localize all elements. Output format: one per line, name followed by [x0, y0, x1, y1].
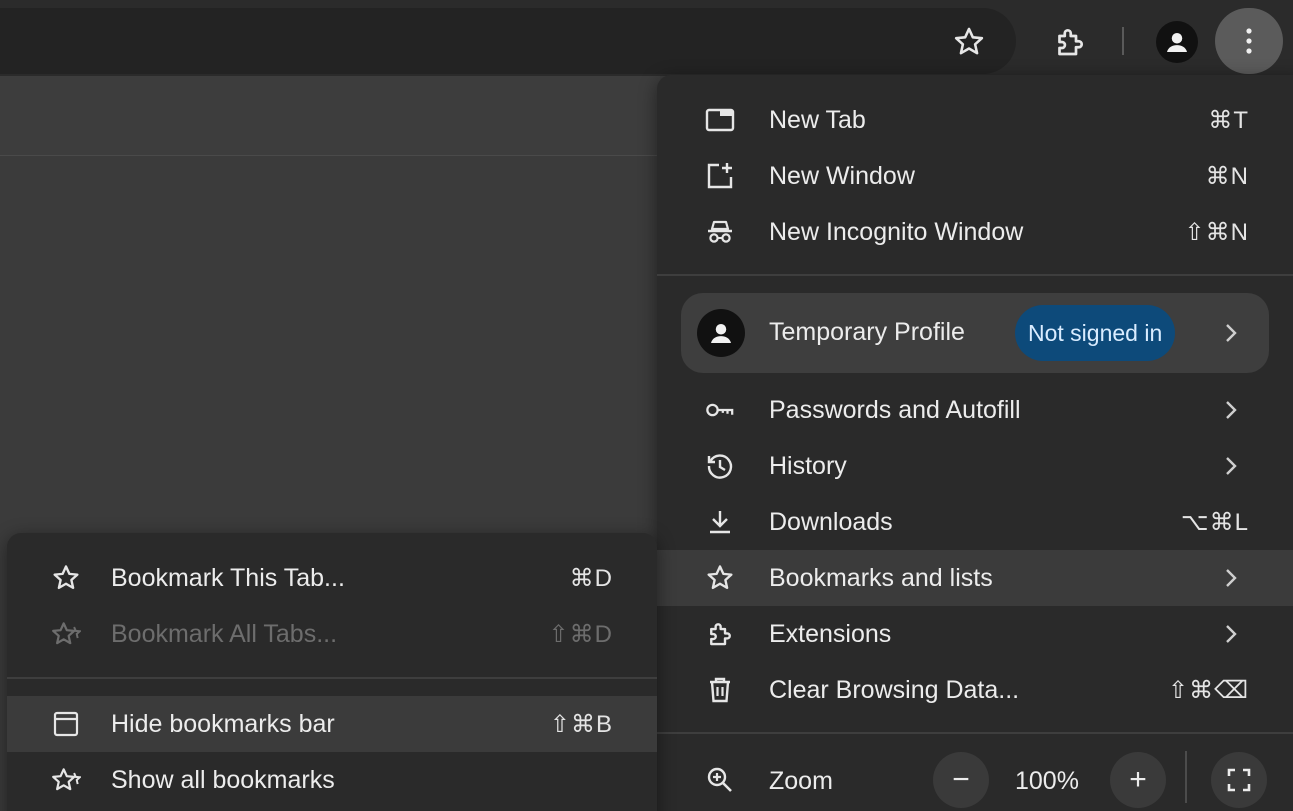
- star-icon: [51, 563, 81, 593]
- zoom-in-button[interactable]: +: [1110, 752, 1166, 808]
- new-tab-icon: [705, 105, 735, 135]
- menu-item-label: New Window: [769, 161, 915, 190]
- shortcut-label: ⌘N: [1205, 162, 1249, 190]
- zoom-row: Zoom − 100% +: [657, 751, 1293, 811]
- submenu-item-show-all-bookmarks[interactable]: Show all bookmarks: [7, 752, 657, 808]
- menu-item-label: Show all bookmarks: [111, 765, 335, 794]
- bookmarks-submenu: Bookmark This Tab... ⌘D Bookmark All Tab…: [7, 533, 657, 811]
- submenu-item-hide-bookmarks-bar[interactable]: Hide bookmarks bar ⇧⌘B: [7, 696, 657, 752]
- menu-item-label: Clear Browsing Data...: [769, 675, 1020, 704]
- menu-item-label: Extensions: [769, 619, 892, 648]
- submenu-item-bookmark-this-tab[interactable]: Bookmark This Tab... ⌘D: [7, 550, 657, 606]
- shortcut-label: ⌘T: [1208, 106, 1249, 134]
- menu-item-label: Hide bookmarks bar: [111, 709, 335, 738]
- menu-item-new-tab[interactable]: New Tab ⌘T: [657, 92, 1293, 148]
- submenu-item-bookmark-all-tabs: Bookmark All Tabs... ⇧⌘D: [7, 606, 657, 662]
- zoom-magnifier-icon: [705, 765, 735, 795]
- fullscreen-icon: [1227, 768, 1251, 792]
- shortcut-label: ⇧⌘N: [1184, 218, 1249, 246]
- menu-item-label: Bookmarks and lists: [769, 563, 993, 592]
- zoom-value: 100%: [1015, 767, 1079, 795]
- menu-divider: [7, 677, 657, 679]
- stars-icon: [51, 619, 81, 649]
- menu-item-label: History: [769, 451, 847, 480]
- stars-icon: [51, 765, 81, 795]
- menu-item-new-incognito-window[interactable]: New Incognito Window ⇧⌘N: [657, 204, 1293, 260]
- menu-divider: [657, 732, 1293, 734]
- toolbar-separator: [1122, 27, 1124, 55]
- menu-item-history[interactable]: History: [657, 438, 1293, 494]
- menu-item-label: New Incognito Window: [769, 217, 1024, 246]
- zoom-separator: [1185, 751, 1187, 803]
- menu-item-label: Bookmark All Tabs...: [111, 619, 338, 648]
- chevron-right-icon: [1226, 457, 1237, 475]
- profile-row[interactable]: Temporary Profile Not signed in: [681, 293, 1269, 373]
- menu-item-passwords-autofill[interactable]: Passwords and Autofill: [657, 382, 1293, 438]
- shortcut-label: ⌘D: [569, 564, 613, 592]
- shortcut-label: ⇧⌘B: [549, 710, 613, 738]
- chevron-right-icon: [1226, 401, 1237, 419]
- menu-item-bookmarks-and-lists[interactable]: Bookmarks and lists: [657, 550, 1293, 606]
- vertical-dots-icon: [1246, 28, 1252, 54]
- browser-toolbar: [0, 0, 1293, 76]
- bookmark-star-icon[interactable]: [949, 22, 989, 62]
- fullscreen-button[interactable]: [1211, 752, 1267, 808]
- menu-item-downloads[interactable]: Downloads ⌥⌘L: [657, 494, 1293, 550]
- address-bar[interactable]: [0, 8, 1016, 74]
- chevron-right-icon: [1226, 625, 1237, 643]
- zoom-label: Zoom: [769, 767, 833, 795]
- shortcut-label: ⇧⌘D: [548, 620, 613, 648]
- profile-name: Temporary Profile: [769, 318, 965, 346]
- menu-item-new-window[interactable]: New Window ⌘N: [657, 148, 1293, 204]
- shortcut-label: ⌥⌘L: [1180, 508, 1249, 536]
- chrome-menu-button[interactable]: [1215, 8, 1283, 74]
- shortcut-label: ⇧⌘⌫: [1167, 676, 1249, 704]
- menu-item-extensions[interactable]: Extensions: [657, 606, 1293, 662]
- puzzle-icon: [705, 619, 735, 649]
- sign-in-status-badge: Not signed in: [1015, 305, 1176, 361]
- menu-item-label: Bookmark This Tab...: [111, 563, 345, 592]
- star-icon: [705, 563, 735, 593]
- zoom-out-button[interactable]: −: [933, 752, 989, 808]
- incognito-icon: [705, 217, 735, 247]
- menu-item-label: Downloads: [769, 507, 893, 536]
- new-window-icon: [705, 161, 735, 191]
- bookmarks-bar-icon: [51, 709, 81, 739]
- menu-item-label: New Tab: [769, 105, 866, 134]
- chevron-right-icon: [1226, 569, 1237, 587]
- download-icon: [705, 507, 735, 537]
- key-icon: [705, 395, 735, 425]
- menu-item-clear-browsing-data[interactable]: Clear Browsing Data... ⇧⌘⌫: [657, 662, 1293, 718]
- profile-avatar-icon: [697, 309, 745, 357]
- menu-item-label: Passwords and Autofill: [769, 395, 1021, 424]
- extensions-puzzle-icon[interactable]: [1050, 22, 1090, 62]
- history-icon: [705, 451, 735, 481]
- menu-divider: [657, 274, 1293, 276]
- trash-icon: [705, 675, 735, 705]
- chrome-main-menu: New Tab ⌘T New Window ⌘N New Incognito W…: [657, 75, 1293, 811]
- page-header-area: [0, 76, 660, 156]
- chevron-right-icon: [1226, 324, 1237, 342]
- profile-avatar-icon[interactable]: [1156, 21, 1198, 63]
